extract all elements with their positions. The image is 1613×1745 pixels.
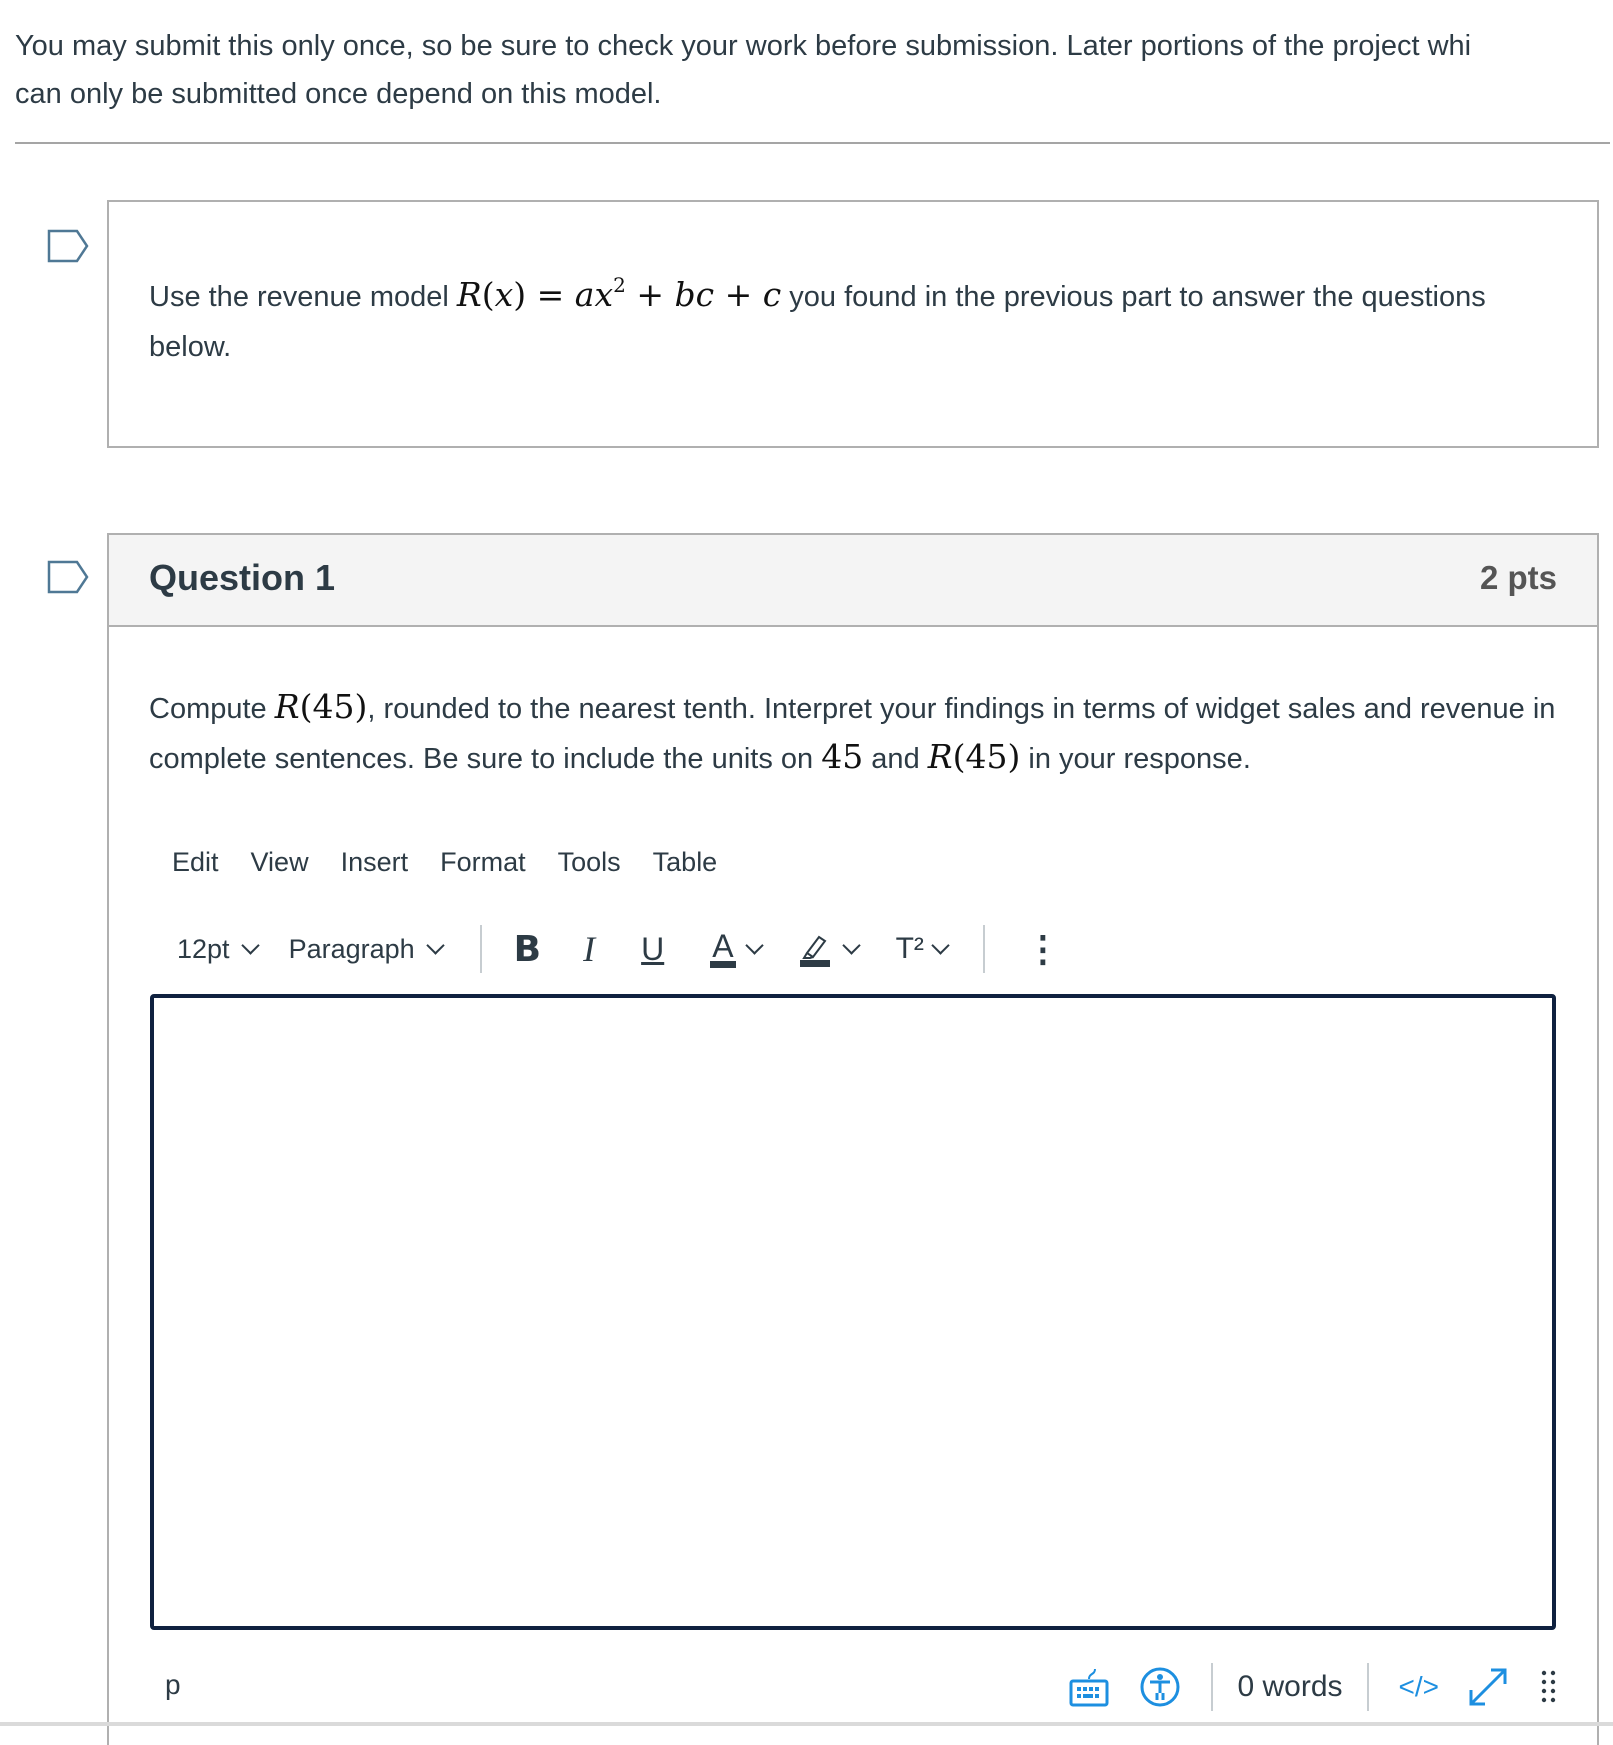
submission-warning-line2: can only be submitted once depend on thi… bbox=[15, 78, 662, 110]
word-count[interactable]: 0 words bbox=[1237, 1670, 1342, 1704]
question-header: Question 1 2 pts bbox=[109, 535, 1597, 627]
editor-toolbar: 12pt Paragraph B I U A T² ⋮ bbox=[177, 919, 1061, 979]
editor-menubar: Edit View Insert Format Tools Table bbox=[172, 847, 717, 878]
superscript-button[interactable]: T² bbox=[896, 932, 953, 966]
status-separator bbox=[1366, 1663, 1369, 1711]
menu-view[interactable]: View bbox=[251, 847, 309, 878]
question-text-part: in your response. bbox=[1020, 743, 1251, 775]
submission-warning: You may submit this only once, so be sur… bbox=[15, 22, 1613, 118]
revenue-formula: R(x) = ax2 + bc + c bbox=[456, 273, 782, 314]
question-card: Question 1 2 pts Compute R(45), rounded … bbox=[107, 533, 1599, 1745]
italic-icon: I bbox=[583, 929, 596, 969]
menu-tools[interactable]: Tools bbox=[558, 847, 621, 878]
math-45: 45 bbox=[821, 737, 864, 776]
stimulus-box: Use the revenue model R(x) = ax2 + bc + … bbox=[107, 200, 1599, 448]
element-path[interactable]: p bbox=[165, 1669, 181, 1701]
chevron-down-icon bbox=[841, 935, 861, 955]
italic-button[interactable]: I bbox=[583, 928, 595, 970]
font-size-value: 12pt bbox=[177, 933, 230, 964]
chevron-down-icon bbox=[931, 935, 950, 955]
chevron-down-icon bbox=[744, 935, 764, 955]
editor-statusbar: p 0 words </> bbox=[149, 1657, 1559, 1717]
font-size-select[interactable]: 12pt bbox=[177, 934, 263, 965]
underline-button[interactable]: U bbox=[641, 931, 664, 968]
rich-text-editor[interactable] bbox=[150, 994, 1556, 1630]
menu-format[interactable]: Format bbox=[440, 847, 526, 878]
accessibility-checker-icon[interactable] bbox=[1139, 1666, 1181, 1708]
more-vertical-icon: ⋮ bbox=[1024, 928, 1061, 969]
page-bottom-border bbox=[0, 1722, 1613, 1726]
status-separator bbox=[1211, 1663, 1214, 1711]
toolbar-separator bbox=[479, 925, 482, 973]
math-r45: R(45) bbox=[274, 687, 368, 726]
question-title: Question 1 bbox=[149, 557, 336, 598]
math-r45: R(45) bbox=[927, 737, 1021, 776]
bookmark-flag-icon[interactable] bbox=[47, 560, 91, 594]
highlighter-icon bbox=[799, 935, 830, 967]
submission-warning-line1: You may submit this only once, so be sur… bbox=[15, 30, 1472, 62]
underline-icon: U bbox=[641, 930, 665, 967]
menu-table[interactable]: Table bbox=[653, 847, 718, 878]
question-text-part: and bbox=[863, 743, 928, 775]
block-format-select[interactable]: Paragraph bbox=[289, 934, 448, 965]
superscript-icon: T² bbox=[895, 932, 924, 965]
html-editor-toggle[interactable]: </> bbox=[1399, 1671, 1439, 1703]
fullscreen-icon[interactable] bbox=[1467, 1666, 1509, 1708]
question-points: 2 pts bbox=[1479, 559, 1557, 596]
stimulus-text-before: Use the revenue model bbox=[149, 281, 457, 313]
more-options-button[interactable]: ⋮ bbox=[1025, 928, 1061, 970]
highlight-color-button[interactable] bbox=[799, 931, 864, 967]
toolbar-separator bbox=[982, 925, 985, 973]
block-format-value: Paragraph bbox=[288, 933, 415, 964]
resize-handle-icon[interactable] bbox=[1539, 1667, 1559, 1707]
bold-icon: B bbox=[513, 928, 542, 970]
text-color-icon: A bbox=[710, 930, 736, 968]
question-text: Compute R(45), rounded to the nearest te… bbox=[149, 683, 1569, 783]
chevron-down-icon bbox=[425, 935, 445, 955]
menu-insert[interactable]: Insert bbox=[341, 847, 409, 878]
menu-edit[interactable]: Edit bbox=[172, 847, 219, 878]
text-color-button[interactable]: A bbox=[710, 930, 766, 968]
stimulus-text: Use the revenue model R(x) = ax2 + bc + … bbox=[149, 260, 1549, 372]
keyboard-shortcuts-icon[interactable] bbox=[1069, 1667, 1109, 1707]
bold-button[interactable]: B bbox=[514, 929, 541, 970]
question-text-part: Compute bbox=[149, 693, 275, 725]
chevron-down-icon bbox=[240, 935, 260, 955]
bookmark-flag-icon[interactable] bbox=[47, 229, 91, 263]
divider bbox=[15, 142, 1610, 144]
